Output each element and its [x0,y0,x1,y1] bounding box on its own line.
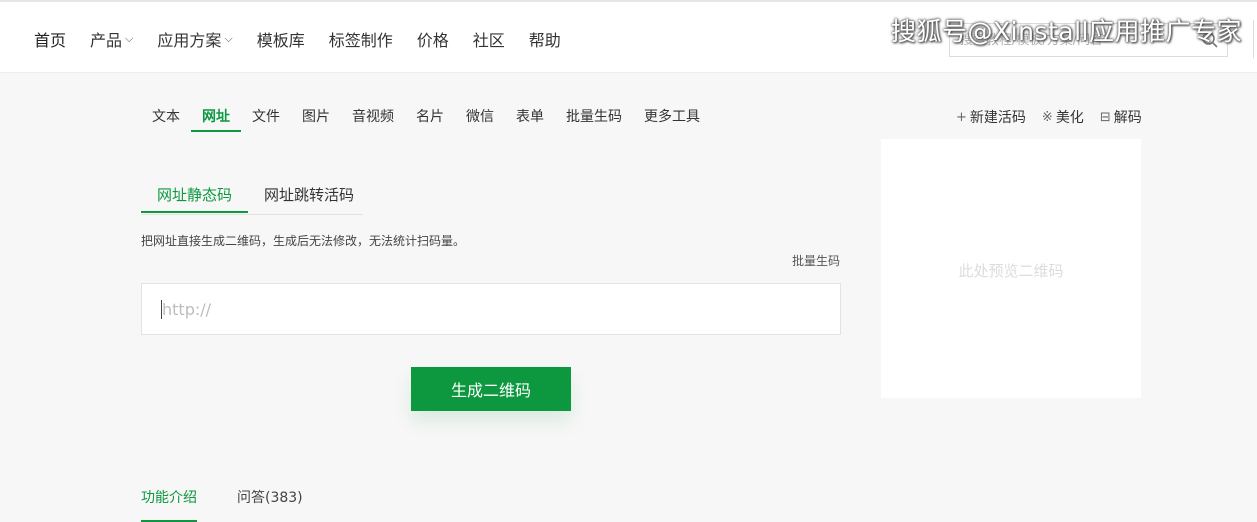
nav-item-label: 产品 [90,30,123,50]
search-input[interactable] [960,24,1190,56]
nav-item-label: 帮助 [528,30,561,50]
tool-actions: + 新建活码 ※ 美化 ⊟ 解码 [956,104,1142,130]
beautify-icon: ※ [1041,109,1053,125]
nav-item-label: 价格 [416,30,449,50]
nav-item-products[interactable]: 产品 ⌵ [90,27,133,51]
generate-qrcode-button[interactable]: 生成二维码 [411,367,571,411]
nav-item-solutions[interactable]: 应用方案 ⌵ [157,27,232,51]
tool-tab-file[interactable]: 文件 [241,104,291,130]
nav-item-label: 标签制作 [328,30,393,50]
plus-icon: + [956,109,967,125]
tool-tab-business-card[interactable]: 名片 [405,104,455,130]
subtab-redirect-dynamic-code[interactable]: 网址跳转活码 [248,178,370,213]
action-label: 解码 [1113,110,1142,126]
action-label: 新建活码 [969,110,1026,126]
subtab-static-url-code[interactable]: 网址静态码 [141,178,249,213]
info-tabs: 功能介绍 问答(383) [141,486,343,522]
nav-item-label-maker[interactable]: 标签制作 [329,27,393,51]
batch-generate-link[interactable]: 批量生码 [792,252,840,269]
tool-tab-url[interactable]: 网址 [191,104,241,132]
text-caret [161,300,162,319]
tool-tab-text[interactable]: 文本 [141,104,191,130]
top-navigation-bar: 首页 产品 ⌵ 应用方案 ⌵ 模板库 标签制作 价格 社区 帮助 [0,0,1257,73]
nav-item-help[interactable]: 帮助 [529,27,561,51]
nav-item-community[interactable]: 社区 [473,27,505,51]
main-nav: 首页 产品 ⌵ 应用方案 ⌵ 模板库 标签制作 价格 社区 帮助 [22,2,573,75]
tool-tab-image[interactable]: 图片 [291,104,341,130]
beautify-button[interactable]: ※ 美化 [1042,107,1084,127]
url-subtabs: 网址静态码 网址跳转活码 [141,178,363,215]
qrcode-preview-panel: 此处预览二维码 [881,139,1141,398]
search-box [949,23,1228,57]
nav-item-label: 模板库 [256,30,305,50]
action-label: 美化 [1055,110,1084,126]
tool-tabs: 文本 网址 文件 图片 音视频 名片 微信 表单 批量生码 更多工具 [141,104,711,132]
nav-item-label: 社区 [472,30,505,50]
nav-item-pricing[interactable]: 价格 [417,27,449,51]
tool-tab-audio-video[interactable]: 音视频 [341,104,405,130]
tab-feature-intro[interactable]: 功能介绍 [141,486,197,522]
preview-placeholder-text: 此处预览二维码 [958,262,1064,280]
chevron-down-icon: ⌵ [224,31,233,45]
nav-item-home[interactable]: 首页 [34,27,66,51]
description-text: 把网址直接生成二维码，生成后无法修改，无法统计扫码量。 [141,234,466,248]
tab-qa[interactable]: 问答(383) [237,486,303,520]
search-icon[interactable] [1201,31,1219,49]
tool-tab-batch[interactable]: 批量生码 [555,104,633,130]
url-input-box [141,283,841,335]
tool-tab-form[interactable]: 表单 [505,104,555,130]
decode-icon: ⊟ [1099,109,1111,125]
user-area-edge [1253,20,1257,58]
decode-button[interactable]: ⊟ 解码 [1100,107,1142,127]
tool-tab-more-tools[interactable]: 更多工具 [633,104,711,130]
url-input[interactable] [162,284,822,334]
nav-item-templates[interactable]: 模板库 [257,27,305,51]
nav-item-label: 应用方案 [157,30,222,50]
nav-item-label: 首页 [34,30,67,50]
new-dynamic-code-button[interactable]: + 新建活码 [956,107,1026,127]
chevron-down-icon: ⌵ [125,31,134,45]
tool-tab-wechat[interactable]: 微信 [455,104,505,130]
